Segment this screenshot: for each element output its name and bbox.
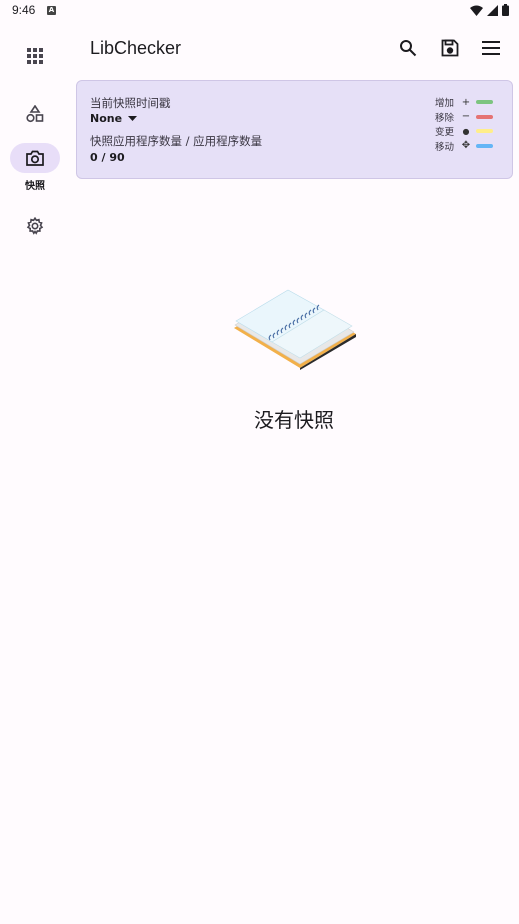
menu-button[interactable]: [479, 36, 503, 60]
snapshot-info-card: 当前快照时间戳 None 快照应用程序数量 / 应用程序数量 0 / 90 增加…: [76, 80, 513, 179]
legend-color-moved: [476, 143, 493, 148]
empty-state-text: 没有快照: [254, 408, 334, 432]
dropdown-arrow-icon: [128, 116, 138, 121]
dot-icon: ●: [462, 126, 470, 136]
minus-icon: −: [461, 111, 471, 123]
legend-row-changed: 变更 ●: [435, 124, 495, 139]
timestamp-dropdown[interactable]: None: [90, 112, 138, 125]
move-icon: ✥: [461, 140, 471, 152]
legend-color-added: [476, 100, 493, 105]
status-bar: 9:46 A: [0, 0, 519, 22]
timestamp-value: None: [90, 112, 123, 125]
signal-icon: [487, 4, 498, 16]
shapes-icon: [26, 105, 44, 123]
legend-label: 移动: [435, 141, 455, 153]
legend-row-added: 增加 +: [435, 95, 495, 110]
notification-a-icon: A: [47, 6, 56, 15]
plus-icon: +: [461, 96, 471, 108]
camera-icon: [26, 150, 44, 166]
legend-color-removed: [476, 114, 493, 119]
rail-item-statistics[interactable]: [10, 99, 60, 129]
rail-label-snapshot: 快照: [25, 181, 45, 192]
legend-label: 变更: [435, 127, 455, 139]
search-icon: [400, 40, 417, 57]
rail-item-snapshot[interactable]: [10, 143, 60, 173]
legend-color-changed: [476, 129, 493, 134]
app-title: LibChecker: [90, 38, 182, 58]
legend-label: 移除: [435, 112, 455, 124]
grid-apps-icon: [27, 48, 43, 64]
timestamp-label: 当前快照时间戳: [90, 96, 171, 110]
rail-item-apps[interactable]: [10, 41, 60, 71]
count-value: 0 / 90: [90, 151, 125, 164]
legend-row-removed: 移除 −: [435, 110, 495, 125]
battery-icon: [502, 4, 509, 16]
count-label: 快照应用程序数量 / 应用程序数量: [90, 134, 263, 148]
notebook-illustration: [234, 289, 356, 370]
save-button[interactable]: [438, 36, 462, 60]
navigation-rail: 快照: [0, 22, 70, 924]
legend-label: 增加: [435, 98, 455, 110]
status-time: 9:46: [12, 3, 36, 17]
legend-row-moved: 移动 ✥: [435, 139, 495, 154]
change-legend: 增加 + 移除 − 变更 ● 移动 ✥: [435, 95, 495, 153]
search-button[interactable]: [396, 36, 420, 60]
gear-icon: [26, 217, 44, 235]
status-icons: [470, 4, 509, 16]
rail-item-settings[interactable]: [10, 211, 60, 241]
wifi-icon: [470, 5, 483, 16]
save-icon: [441, 39, 459, 57]
menu-icon: [482, 41, 500, 55]
